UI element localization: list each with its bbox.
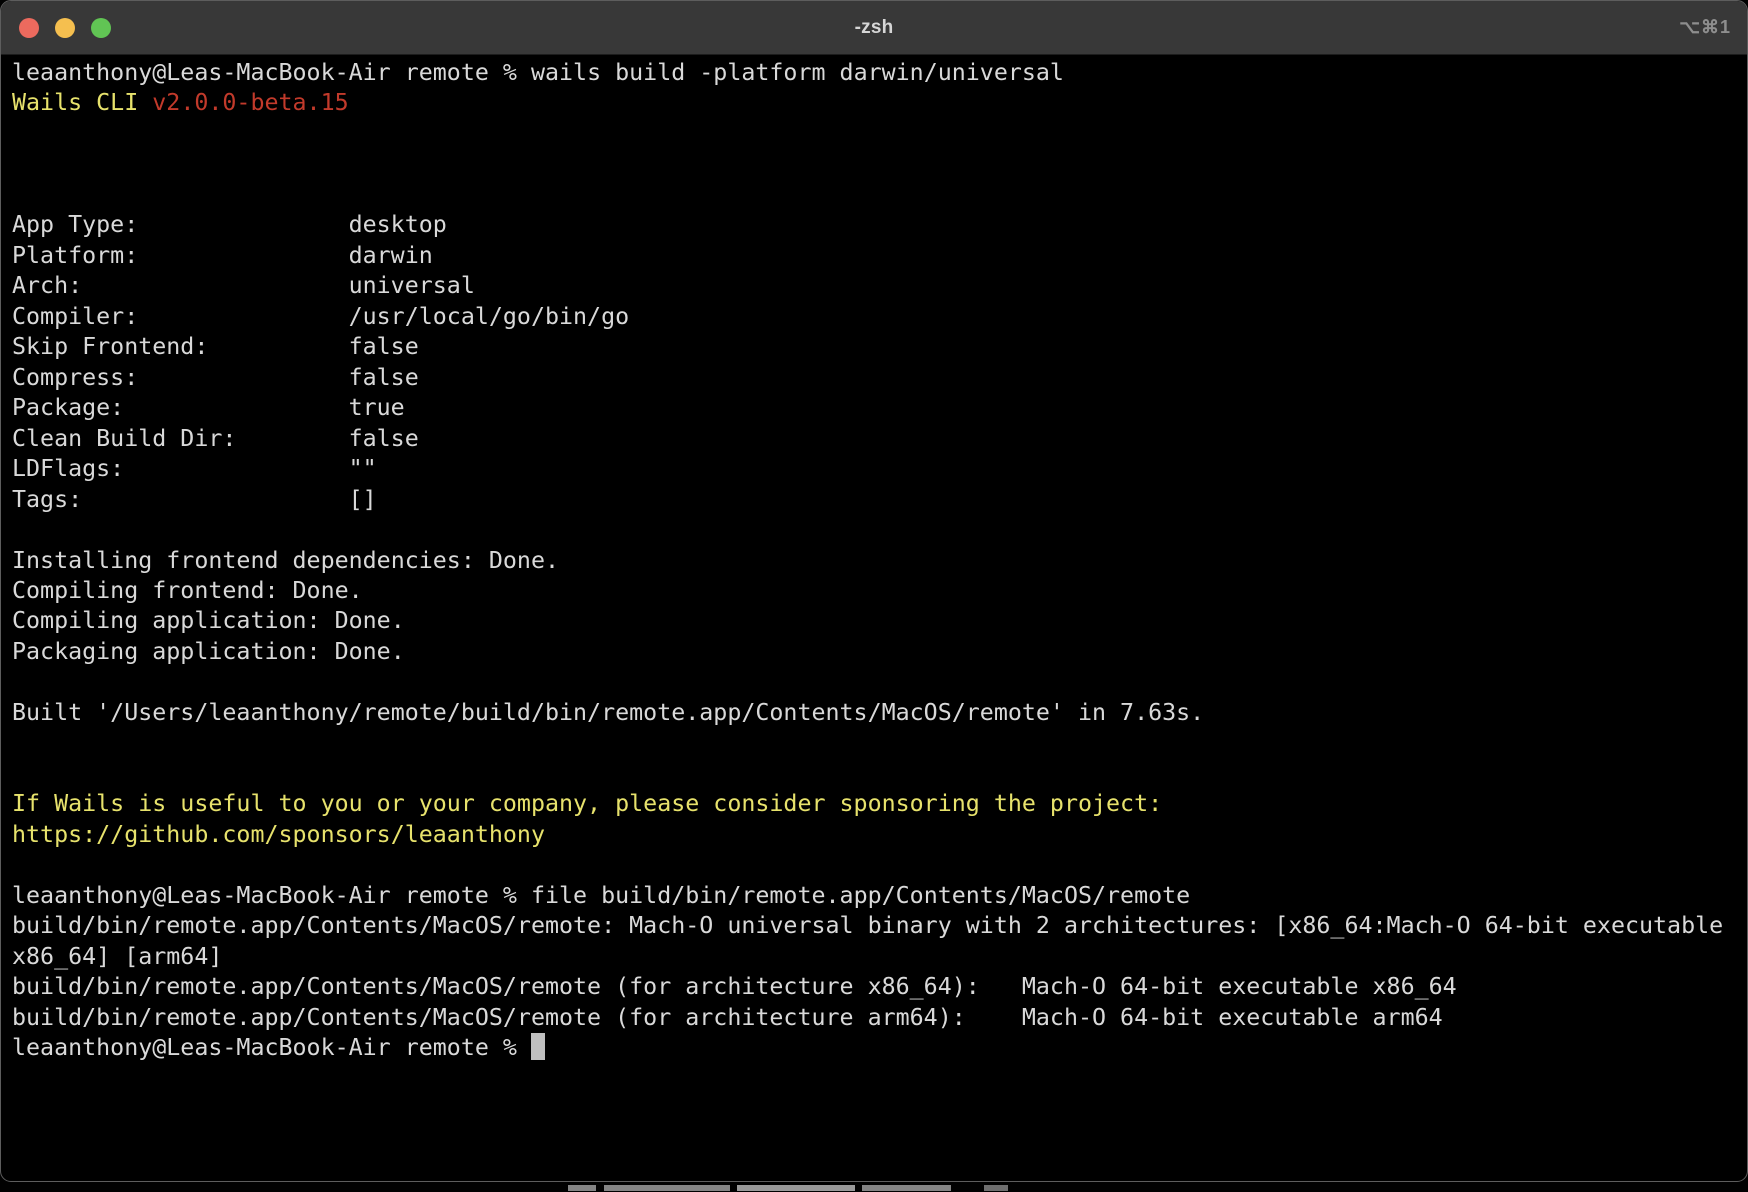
config-row-skip-frontend: Skip Frontend:false: [12, 332, 1747, 362]
config-value: desktop: [349, 211, 447, 238]
file-command-line: leaanthony@Leas-MacBook-Air remote % fil…: [12, 881, 1747, 911]
typed-command: file build/bin/remote.app/Contents/MacOS…: [531, 882, 1190, 909]
config-row-compress: Compress:false: [12, 363, 1747, 393]
config-row-arch: Arch:universal: [12, 271, 1747, 301]
terminal-blank-line: [12, 119, 1747, 149]
config-label: Package:: [12, 393, 349, 423]
progress-line-package-app: Packaging application: Done.: [12, 637, 1747, 667]
terminal-screen[interactable]: leaanthony@Leas-MacBook-Air remote % wai…: [1, 55, 1747, 1063]
file-output-line-wrap: x86_64] [arm64]: [12, 942, 1747, 972]
occluded-text-fragment: [737, 1185, 855, 1191]
shell-prompt: leaanthony@Leas-MacBook-Air remote %: [12, 1034, 531, 1061]
progress-line-install-deps: Installing frontend dependencies: Done.: [12, 546, 1747, 576]
terminal-cursor: [531, 1033, 545, 1060]
terminal-blank-line: [12, 667, 1747, 697]
config-value: false: [349, 425, 419, 452]
config-row-compiler: Compiler:/usr/local/go/bin/go: [12, 302, 1747, 332]
config-label: Skip Frontend:: [12, 332, 349, 362]
shell-prompt: leaanthony@Leas-MacBook-Air remote %: [12, 59, 531, 86]
file-output-line-arm64: build/bin/remote.app/Contents/MacOS/remo…: [12, 1003, 1747, 1033]
build-command-line: leaanthony@Leas-MacBook-Air remote % wai…: [12, 58, 1747, 88]
occluded-text-fragment: [984, 1185, 1008, 1191]
terminal-blank-line: [12, 850, 1747, 880]
titlebar[interactable]: -zsh ⌥⌘1: [1, 1, 1747, 55]
built-message-line: Built '/Users/leaanthony/remote/build/bi…: [12, 698, 1747, 728]
config-row-app-type: App Type:desktop: [12, 210, 1747, 240]
file-output-line-universal: build/bin/remote.app/Contents/MacOS/remo…: [12, 911, 1747, 941]
config-value: true: [349, 394, 405, 421]
file-output-line-x86: build/bin/remote.app/Contents/MacOS/remo…: [12, 972, 1747, 1002]
typed-command: wails build -platform darwin/universal: [531, 59, 1064, 86]
config-row-package: Package:true: [12, 393, 1747, 423]
sponsor-url[interactable]: https://github.com/sponsors/leaanthony: [12, 821, 545, 848]
wails-cli-label: Wails CLI: [12, 89, 152, 116]
sponsor-url-line: https://github.com/sponsors/leaanthony: [12, 820, 1747, 850]
config-row-tags: Tags:[]: [12, 485, 1747, 515]
config-row-ldflags: LDFlags:"": [12, 454, 1747, 484]
wails-banner-line: Wails CLI v2.0.0-beta.15: [12, 88, 1747, 118]
config-label: LDFlags:: [12, 454, 349, 484]
occluded-text-fragment: [862, 1185, 951, 1191]
shell-prompt: leaanthony@Leas-MacBook-Air remote %: [12, 882, 531, 909]
terminal-window: -zsh ⌥⌘1 leaanthony@Leas-MacBook-Air rem…: [0, 0, 1748, 1182]
config-label: Clean Build Dir:: [12, 424, 349, 454]
terminal-blank-line: [12, 515, 1747, 545]
terminal-blank-line: [12, 759, 1747, 789]
progress-line-compile-frontend: Compiling frontend: Done.: [12, 576, 1747, 606]
config-value: darwin: [349, 242, 433, 269]
occluded-text-fragment: [568, 1185, 596, 1191]
config-label: Compress:: [12, 363, 349, 393]
config-row-platform: Platform:darwin: [12, 241, 1747, 271]
config-label: Platform:: [12, 241, 349, 271]
config-label: Compiler:: [12, 302, 349, 332]
sponsor-message-line: If Wails is useful to you or your compan…: [12, 789, 1747, 819]
config-value: false: [349, 364, 419, 391]
wails-cli-version: v2.0.0-beta.15: [152, 89, 348, 116]
active-prompt-line: leaanthony@Leas-MacBook-Air remote %: [12, 1033, 1747, 1063]
config-value: []: [349, 486, 377, 513]
config-label: Arch:: [12, 271, 349, 301]
terminal-blank-line: [12, 149, 1747, 179]
config-value: universal: [349, 272, 475, 299]
window-shortcut-badge: ⌥⌘1: [1679, 1, 1731, 54]
terminal-blank-line: [12, 728, 1747, 758]
progress-line-compile-app: Compiling application: Done.: [12, 606, 1747, 636]
occluded-text-fragment: [604, 1185, 730, 1191]
config-row-clean-build-dir: Clean Build Dir:false: [12, 424, 1747, 454]
terminal-blank-line: [12, 180, 1747, 210]
config-value: false: [349, 333, 419, 360]
config-value: /usr/local/go/bin/go: [349, 303, 630, 330]
config-value: "": [349, 455, 377, 482]
config-label: Tags:: [12, 485, 349, 515]
config-label: App Type:: [12, 210, 349, 240]
window-title: -zsh: [1, 17, 1747, 39]
